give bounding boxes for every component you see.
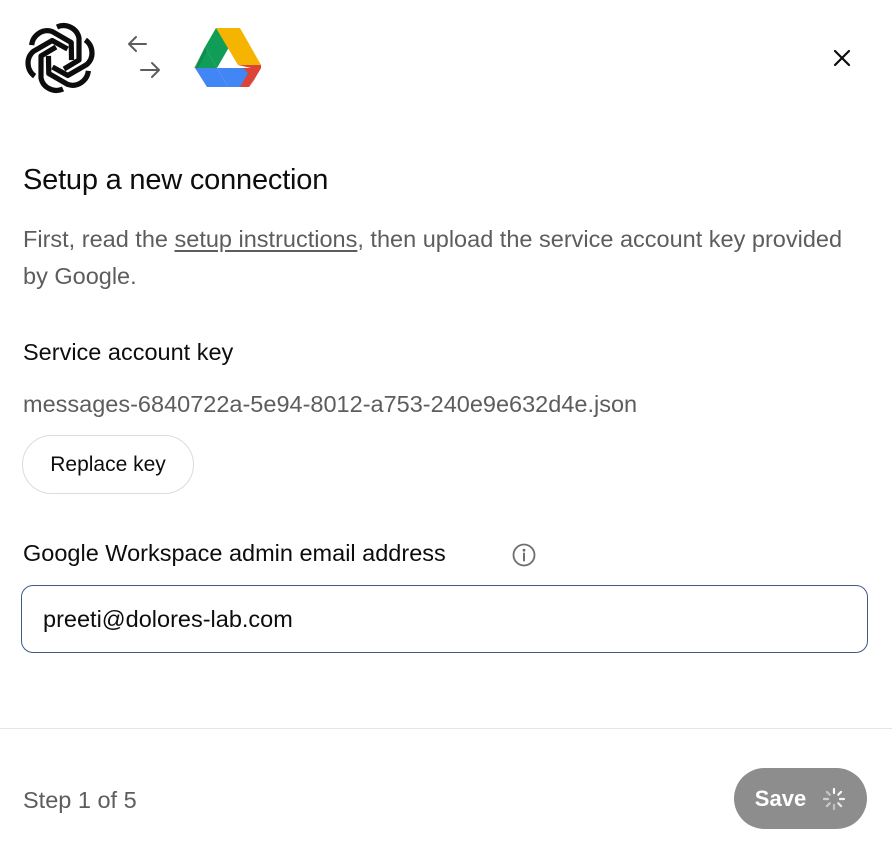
info-icon[interactable] — [511, 542, 537, 568]
admin-email-input[interactable] — [21, 585, 868, 653]
footer-divider — [0, 728, 892, 729]
swap-arrows-icon — [128, 36, 160, 78]
loading-spinner-icon — [823, 787, 846, 810]
uploaded-key-filename: messages-6840722a-5e94-8012-a753-240e9e6… — [23, 391, 638, 417]
save-button[interactable]: Save — [734, 768, 867, 829]
service-account-key-label: Service account key — [23, 339, 234, 365]
openai-logo-icon — [25, 23, 95, 93]
admin-email-label: Google Workspace admin email address — [23, 540, 446, 566]
dialog-title: Setup a new connection — [23, 164, 329, 196]
close-button[interactable] — [826, 42, 858, 74]
step-indicator: Step 1 of 5 — [23, 787, 137, 813]
save-button-label: Save — [754, 785, 807, 811]
description-prefix: First, read the — [23, 226, 175, 252]
dialog-header — [0, 0, 892, 120]
setup-instructions-link[interactable]: setup instructions — [175, 226, 358, 252]
dialog-description: First, read the setup instructions, then… — [23, 221, 863, 295]
close-icon — [833, 49, 851, 67]
google-drive-logo-icon — [194, 28, 261, 87]
replace-key-button[interactable]: Replace key — [22, 435, 194, 494]
